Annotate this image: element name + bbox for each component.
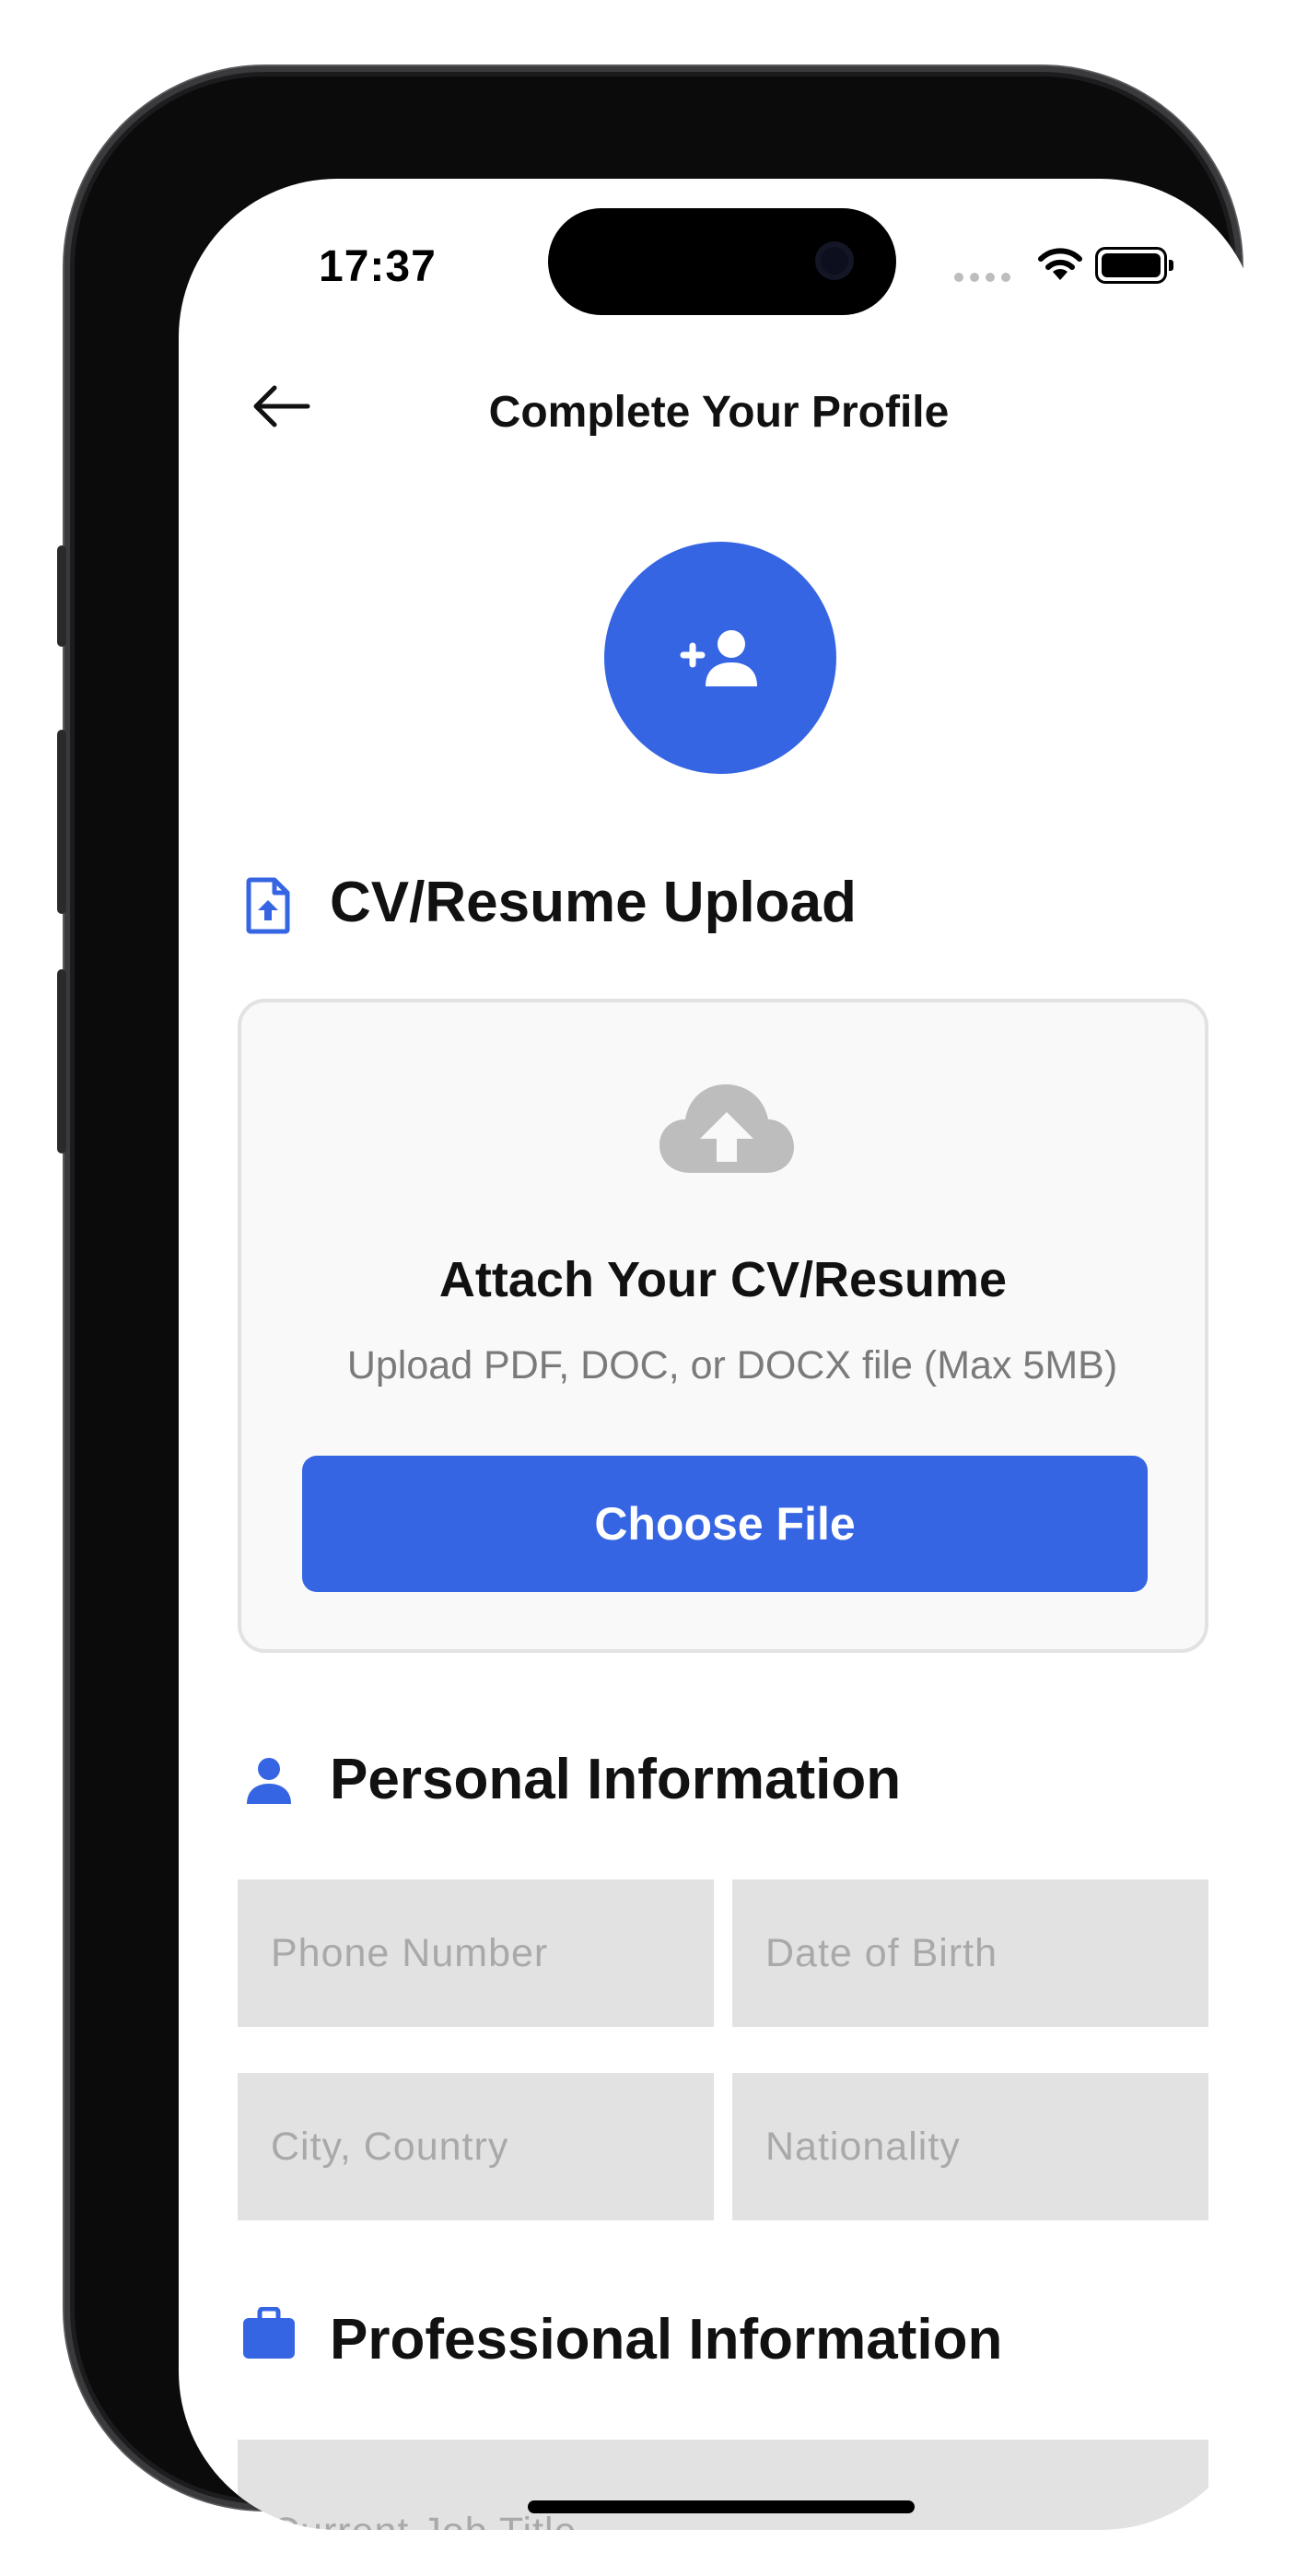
add-person-icon — [680, 630, 757, 686]
silent-switch — [57, 545, 66, 647]
job-title-input[interactable] — [238, 2440, 1208, 2530]
camera-icon — [815, 241, 854, 280]
cv-upload-card[interactable]: Attach Your CV/Resume Upload PDF, DOC, o… — [238, 999, 1208, 1653]
upload-card-title: Attach Your CV/Resume — [438, 1252, 1008, 1307]
job-title-field[interactable] — [238, 2440, 1208, 2530]
city-country-field[interactable] — [238, 2073, 714, 2220]
home-indicator[interactable] — [528, 2500, 915, 2513]
date-of-birth-field[interactable] — [732, 1879, 1208, 2027]
phone-number-field[interactable] — [238, 1879, 714, 2027]
nationality-input[interactable] — [732, 2073, 1208, 2220]
briefcase-icon — [243, 2307, 295, 2359]
volume-up-button — [57, 730, 66, 914]
volume-down-button — [57, 969, 66, 1153]
phone-frame: 17:37 Complete Your Profile CV/Resume Up… — [57, 66, 1259, 2530]
choose-file-button[interactable]: Choose File — [302, 1456, 1148, 1592]
personal-section-title: Personal Information — [330, 1748, 902, 1811]
professional-section-title: Professional Information — [330, 2308, 1003, 2371]
signal-icon — [954, 273, 1010, 282]
app-screen: 17:37 Complete Your Profile CV/Resume Up… — [179, 179, 1259, 2530]
battery-icon — [1095, 247, 1173, 284]
profile-photo-button[interactable] — [604, 542, 836, 774]
person-icon — [247, 1758, 291, 1804]
city-country-input[interactable] — [238, 2073, 714, 2220]
date-of-birth-input[interactable] — [732, 1879, 1208, 2027]
cloud-upload-icon — [659, 1084, 794, 1173]
dynamic-island — [548, 208, 896, 315]
status-time: 17:37 — [319, 242, 437, 291]
page-title: Complete Your Profile — [488, 388, 950, 437]
phone-number-input[interactable] — [238, 1879, 714, 2027]
nationality-field[interactable] — [732, 2073, 1208, 2220]
file-upload-icon — [246, 877, 290, 934]
cv-section-title: CV/Resume Upload — [330, 871, 857, 934]
upload-card-subtitle: Upload PDF, DOC, or DOCX file (Max 5MB) — [346, 1343, 1118, 1388]
wifi-icon — [1038, 248, 1082, 280]
